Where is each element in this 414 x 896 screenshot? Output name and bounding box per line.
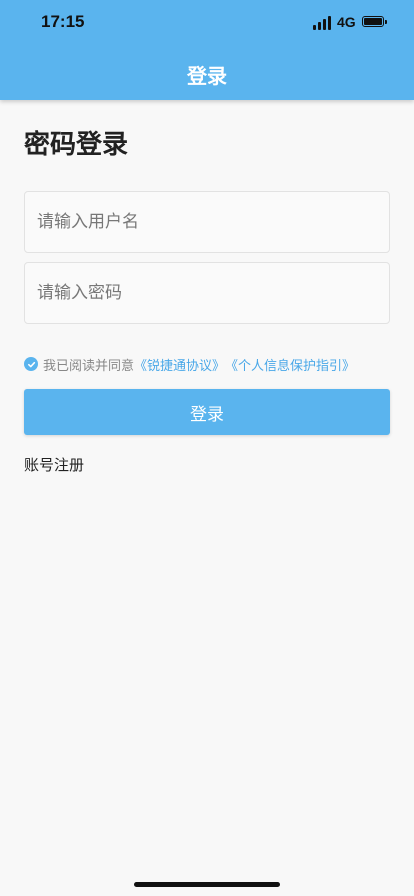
register-link[interactable]: 账号注册 — [24, 454, 84, 475]
privacy-guide-link[interactable]: 《个人信息保护指引》 — [225, 355, 355, 374]
check-circle-icon[interactable] — [24, 357, 38, 371]
header: 17:15 4G 登录 — [0, 0, 414, 100]
status-bar: 17:15 4G — [0, 0, 414, 44]
password-input[interactable] — [24, 262, 390, 324]
protocol-link[interactable]: 《锐捷通协议》 — [134, 355, 225, 374]
battery-icon — [362, 16, 387, 27]
network-type: 4G — [337, 14, 356, 30]
home-indicator — [134, 882, 280, 887]
username-input[interactable] — [24, 191, 390, 253]
signal-icon — [313, 16, 331, 30]
agreement-row: 我已阅读并同意 《锐捷通协议》 《个人信息保护指引》 — [24, 355, 355, 374]
nav-title: 登录 — [187, 64, 227, 88]
agreement-text: 我已阅读并同意 — [43, 358, 135, 374]
status-time: 17:15 — [41, 12, 85, 31]
page-title: 密码登录 — [24, 130, 129, 160]
login-button[interactable]: 登录 — [24, 389, 390, 435]
